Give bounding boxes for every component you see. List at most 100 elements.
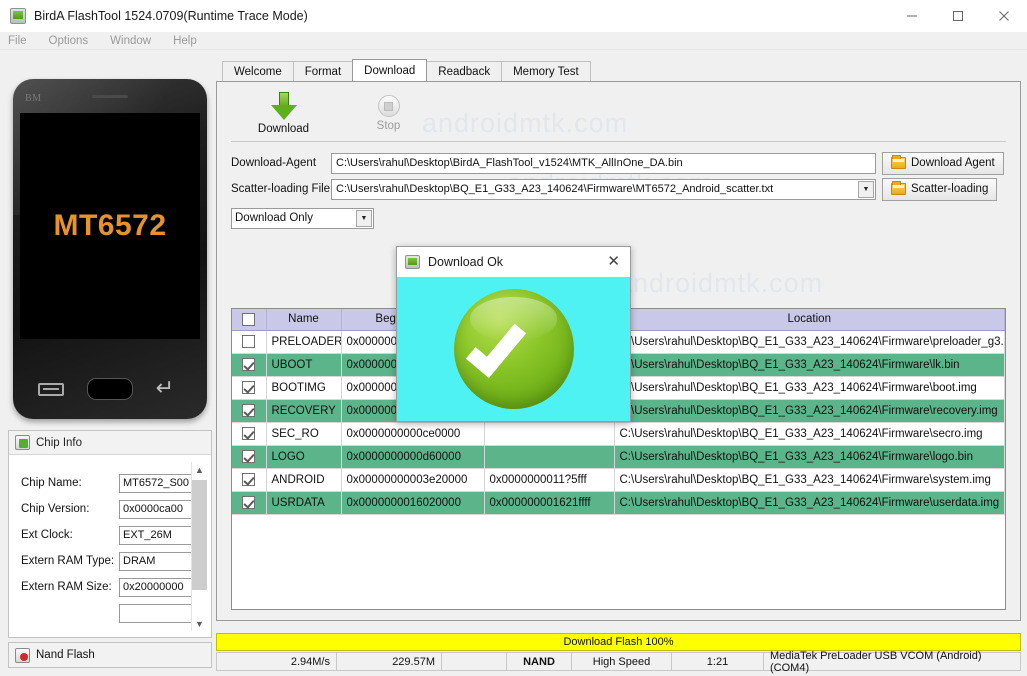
row-checkbox-cell[interactable]: [232, 422, 266, 445]
row-checkbox[interactable]: [242, 381, 255, 394]
success-check-icon: [454, 289, 574, 409]
row-checkbox[interactable]: [242, 404, 255, 417]
row-name: RECOVERY: [266, 399, 341, 422]
status-elapsed-time: 1:21: [672, 653, 764, 670]
row-end: 0x000000001621ffff: [484, 491, 614, 514]
scatter-loading-row: Scatter-loading File C:\Users\rahul\Desk…: [231, 176, 1006, 202]
row-begin: 0x0000000016020000: [341, 491, 484, 514]
tab-strip: Welcome Format Download Readback Memory …: [216, 59, 1027, 81]
close-button[interactable]: [981, 0, 1027, 32]
row-name: LOGO: [266, 445, 341, 468]
table-row[interactable]: ANDROID 0x00000000003e20000 0x0000000011…: [232, 468, 1005, 491]
row-checkbox-cell[interactable]: [232, 376, 266, 399]
phone-navbar: ↵: [13, 367, 207, 411]
download-agent-browse-button[interactable]: Download Agent: [882, 152, 1004, 175]
row-checkbox-cell[interactable]: [232, 468, 266, 491]
row-checkbox[interactable]: [242, 358, 255, 371]
chip-info-rows: Chip Name: MT6572_S00 Chip Version: 0x00…: [9, 456, 211, 626]
select-all-checkbox[interactable]: [242, 313, 255, 326]
chip-extra-value[interactable]: [119, 604, 193, 623]
row-checkbox[interactable]: [242, 496, 255, 509]
menu-window[interactable]: Window: [110, 35, 151, 47]
row-name: USRDATA: [266, 491, 341, 514]
status-blank: [442, 653, 507, 670]
dialog-close-icon[interactable]: ✕: [605, 255, 622, 269]
watermark: androidmtk.com: [617, 268, 823, 299]
window-title: BirdA FlashTool 1524.0709(Runtime Trace …: [34, 9, 308, 23]
maximize-button[interactable]: [935, 0, 981, 32]
row-checkbox-cell[interactable]: [232, 445, 266, 468]
download-button[interactable]: Download: [231, 90, 336, 135]
window-controls: [889, 0, 1027, 32]
stop-button-label: Stop: [377, 120, 401, 132]
back-key-icon: ↵: [156, 379, 182, 399]
scatter-loading-input[interactable]: C:\Users\rahul\Desktop\BQ_E1_G33_A23_140…: [331, 179, 876, 200]
tab-welcome[interactable]: Welcome: [222, 61, 294, 81]
location-header[interactable]: Location: [614, 309, 1005, 330]
row-begin: 0x0000000000d60000: [341, 445, 484, 468]
table-row[interactable]: SEC_RO 0x0000000000ce0000 C:\Users\rahul…: [232, 422, 1005, 445]
chip-info-header[interactable]: Chip Info: [9, 431, 211, 455]
download-mode-value: Download Only: [235, 212, 313, 224]
status-usb-speed: High Speed: [572, 653, 672, 670]
row-checkbox[interactable]: [242, 473, 255, 486]
row-checkbox-cell[interactable]: [232, 491, 266, 514]
minimize-button[interactable]: [889, 0, 935, 32]
download-agent-input[interactable]: C:\Users\rahul\Desktop\BirdA_FlashTool_v…: [331, 153, 876, 174]
row-name: SEC_RO: [266, 422, 341, 445]
chip-name-label: Chip Name:: [21, 477, 119, 489]
row-checkbox-cell[interactable]: [232, 330, 266, 353]
chip-info-panel: Chip Info Chip Name: MT6572_S00 Chip Ver…: [8, 430, 212, 638]
chip-info-body: Chip Name: MT6572_S00 Chip Version: 0x00…: [9, 456, 211, 637]
row-checkbox[interactable]: [242, 450, 255, 463]
name-header[interactable]: Name: [266, 309, 341, 330]
scatter-loading-browse-label: Scatter-loading: [911, 183, 988, 195]
row-checkbox-cell[interactable]: [232, 353, 266, 376]
scrollbar-thumb[interactable]: [192, 480, 207, 590]
tab-format[interactable]: Format: [293, 61, 353, 81]
extern-ram-type-value[interactable]: DRAM: [119, 552, 193, 571]
row-location: C:\Users\rahul\Desktop\BQ_E1_G33_A23_140…: [614, 422, 1005, 445]
row-end: [484, 422, 614, 445]
nand-flash-panel[interactable]: Nand Flash: [8, 642, 212, 668]
chip-row: Chip Name: MT6572_S00: [21, 470, 211, 496]
scroll-up-icon[interactable]: ▲: [192, 462, 207, 477]
menu-help[interactable]: Help: [173, 35, 197, 47]
download-toolbar: Download Stop: [231, 90, 1006, 142]
tab-download[interactable]: Download: [352, 59, 427, 81]
menu-options[interactable]: Options: [49, 35, 89, 47]
row-checkbox-cell[interactable]: [232, 399, 266, 422]
menu-file[interactable]: File: [8, 35, 27, 47]
phone-preview: BM MT6572 ↵: [8, 74, 212, 424]
row-end: [484, 445, 614, 468]
stop-button[interactable]: Stop: [336, 90, 441, 132]
tab-readback[interactable]: Readback: [426, 61, 502, 81]
row-name: ANDROID: [266, 468, 341, 491]
row-checkbox[interactable]: [242, 335, 255, 348]
chevron-down-icon[interactable]: ▼: [858, 181, 874, 198]
chip-info-scrollbar[interactable]: ▲ ▼: [191, 462, 206, 631]
download-agent-label: Download-Agent: [231, 157, 331, 169]
folder-icon: [891, 157, 906, 169]
tab-memory-test[interactable]: Memory Test: [501, 61, 591, 81]
chip-icon: [15, 435, 30, 450]
chip-info-title: Chip Info: [36, 437, 82, 449]
left-panel: BM MT6572 ↵ Chip Info Chip Name:: [8, 74, 216, 668]
scatter-loading-browse-button[interactable]: Scatter-loading: [882, 178, 997, 201]
ext-clock-value[interactable]: EXT_26M: [119, 526, 193, 545]
table-row[interactable]: USRDATA 0x0000000016020000 0x00000000162…: [232, 491, 1005, 514]
chip-name-value[interactable]: MT6572_S00: [119, 474, 193, 493]
phone-mockup: BM MT6572 ↵: [13, 79, 207, 419]
row-checkbox[interactable]: [242, 427, 255, 440]
menu-bar: File Options Window Help: [0, 32, 1027, 50]
scroll-down-icon[interactable]: ▼: [192, 616, 207, 631]
extern-ram-size-value[interactable]: 0x20000000: [119, 578, 193, 597]
row-location: C:\Users\rahul\Desktop\BQ_E1_G33_A23_140…: [614, 468, 1005, 491]
select-all-header[interactable]: [232, 309, 266, 330]
download-mode-select[interactable]: Download Only ▼: [231, 208, 374, 229]
row-location: C:\Users\rahul\Desktop\BQ_E1_G33_A23_140…: [614, 376, 1005, 399]
chip-version-value[interactable]: 0x0000ca00: [119, 500, 193, 519]
chip-row: Ext Clock: EXT_26M: [21, 522, 211, 548]
chevron-down-icon[interactable]: ▼: [356, 210, 372, 227]
table-row[interactable]: LOGO 0x0000000000d60000 C:\Users\rahul\D…: [232, 445, 1005, 468]
